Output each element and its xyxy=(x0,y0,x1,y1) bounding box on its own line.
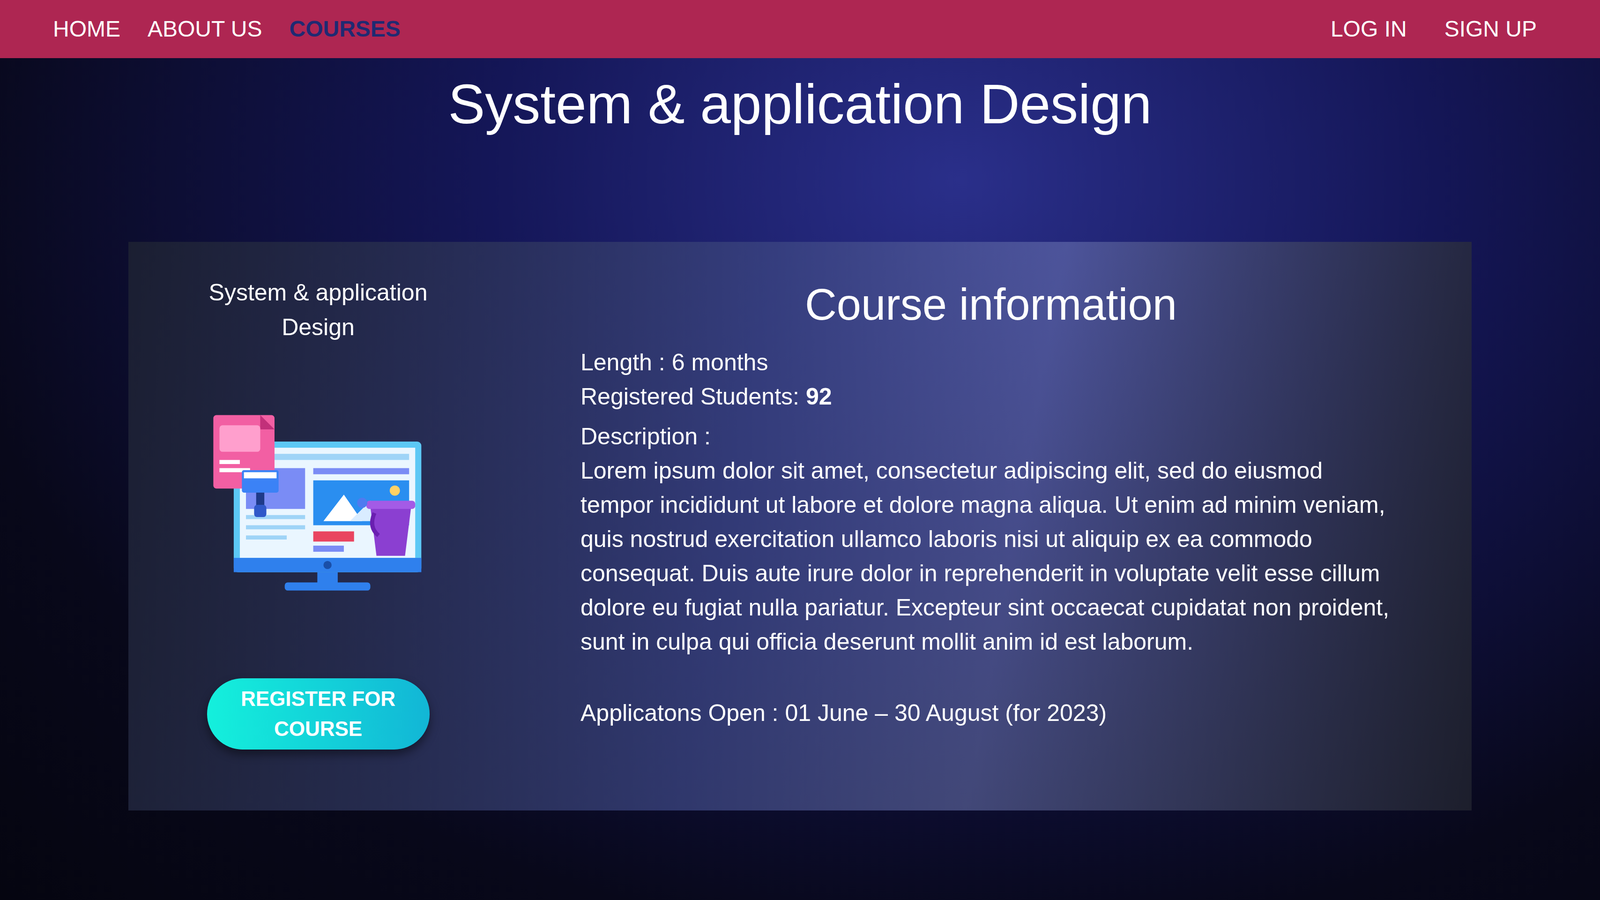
auth-link[interactable]: LOG IN xyxy=(1330,15,1407,43)
web-design-icon xyxy=(211,412,426,597)
auth-link[interactable]: SIGN UP xyxy=(1444,15,1537,43)
applications-row: Applicatons Open :01 June – 30 August (f… xyxy=(580,695,1402,730)
nav-link[interactable]: ABOUT US xyxy=(147,15,263,43)
nav-left: HOME ABOUT US COURSES xyxy=(52,15,401,43)
course-summary: System & application Design REGISTER FOR … xyxy=(128,241,508,764)
course-info: Course information Length :6 monthsRegist… xyxy=(507,241,1472,764)
page-title: System & application Design xyxy=(0,58,1600,138)
nav-link[interactable]: HOME xyxy=(52,15,121,43)
top-nav: HOME ABOUT US COURSES LOG IN SIGN UP xyxy=(0,0,1600,59)
register-button[interactable]: REGISTER FOR COURSE xyxy=(207,677,430,750)
nav-right: LOG IN SIGN UP xyxy=(1330,15,1537,43)
length-row: Length :6 months xyxy=(580,345,1402,380)
registered-row: Registered Students:92 xyxy=(580,379,1402,414)
description-text: Lorem ipsum dolor sit amet, consectetur … xyxy=(580,453,1402,659)
info-heading: Course information xyxy=(580,277,1402,332)
nav-link[interactable]: COURSES xyxy=(289,15,401,43)
description-label: Description : xyxy=(580,419,1402,454)
course-card: System & application Design REGISTER FOR … xyxy=(128,241,1472,811)
course-image xyxy=(211,412,426,597)
page: HOME ABOUT US COURSES LOG IN SIGN UP System &… xyxy=(0,0,1600,900)
course-name: System & application Design xyxy=(177,275,459,345)
